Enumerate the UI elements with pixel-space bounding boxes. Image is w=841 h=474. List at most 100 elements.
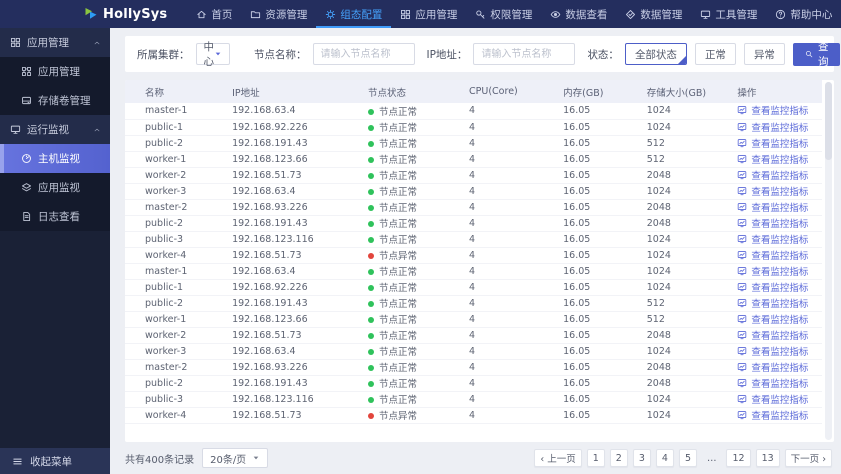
view-metrics-link[interactable]: 查看监控指标 <box>737 392 808 406</box>
node-ip: 192.168.93.226 <box>226 199 362 216</box>
view-metrics-link[interactable]: 查看监控指标 <box>737 152 808 166</box>
table-scrollbar[interactable] <box>825 82 832 440</box>
chevron-up-icon <box>93 126 101 134</box>
view-metrics-link[interactable]: 查看监控指标 <box>737 280 808 294</box>
status-dot <box>367 381 374 387</box>
sidebar-item-log-view[interactable]: 日志查看 <box>0 202 110 231</box>
view-metrics-label: 查看监控指标 <box>751 362 809 374</box>
node-name: worker-1 <box>125 311 227 328</box>
nav-item-tools[interactable]: 工具管理 <box>691 0 766 28</box>
view-metrics-label: 查看监控指标 <box>751 330 809 342</box>
eye-icon <box>550 9 561 20</box>
view-metrics-label: 查看监控指标 <box>751 170 809 182</box>
node-mem: 16.05 <box>557 151 641 168</box>
page-button-4[interactable]: 4 <box>655 449 674 467</box>
prev-page-button[interactable]: ‹ 上一页 <box>534 449 582 467</box>
nav-item-app[interactable]: 应用管理 <box>391 0 466 28</box>
page-button-3[interactable]: 3 <box>632 449 651 467</box>
view-metrics-link[interactable]: 查看监控指标 <box>737 200 808 214</box>
query-button[interactable]: 查询 <box>792 41 841 68</box>
hollysys-logo-icon <box>84 7 98 21</box>
table-row: master-2 192.168.93.226 节点正常 4 16.05 2048 查看监控… <box>125 199 822 216</box>
page-size-select[interactable]: 20条/页 <box>202 448 269 468</box>
status-filter-normal[interactable]: 正常 <box>694 43 736 65</box>
view-metrics-link[interactable]: 查看监控指标 <box>737 248 808 262</box>
view-metrics-link[interactable]: 查看监控指标 <box>737 232 808 246</box>
sidebar-item-host-monitor[interactable]: 主机监视 <box>0 144 110 173</box>
view-metrics-link[interactable]: 查看监控指标 <box>737 264 808 278</box>
next-page-button[interactable]: 下一页 › <box>784 449 832 467</box>
nav-item-config[interactable]: 组态配置 <box>316 0 391 28</box>
monitor-icon <box>700 9 711 20</box>
table-row: public-1 192.168.92.226 节点正常 4 16.05 1024 查看监控… <box>125 119 822 136</box>
chart-icon <box>737 330 747 340</box>
node-status: 节点异常 <box>361 247 464 264</box>
status-dot <box>367 253 374 259</box>
status-dot <box>367 285 374 291</box>
sidebar-item-app-manage[interactable]: 应用管理 <box>0 57 110 86</box>
page-button-12[interactable]: 12 <box>726 449 751 467</box>
view-metrics-link[interactable]: 查看监控指标 <box>737 120 808 134</box>
page-button-13[interactable]: 13 <box>755 449 780 467</box>
node-status: 节点正常 <box>361 167 464 184</box>
table-row: master-2 192.168.93.226 节点正常 4 16.05 2048 查看监控… <box>125 359 822 376</box>
top-navbar: HollySys 首页 资源管理 组态配置 应用管理 权限管理 数据查看 数据管理 工具管理 帮… <box>0 0 841 28</box>
node-name-input[interactable] <box>312 43 415 65</box>
status-filter-abnormal[interactable]: 异常 <box>743 43 785 65</box>
view-metrics-link[interactable]: 查看监控指标 <box>737 360 808 374</box>
status-text: 节点正常 <box>378 139 417 150</box>
node-action: 查看监控指标 <box>731 391 822 408</box>
node-storage: 512 <box>640 295 732 312</box>
node-status: 节点正常 <box>361 391 464 408</box>
node-status: 节点正常 <box>361 359 464 376</box>
sidebar-group-header[interactable]: 运行监视 <box>0 115 110 144</box>
cluster-select[interactable]: 中心 <box>195 41 230 68</box>
node-cpu: 4 <box>463 343 558 360</box>
page-button-2[interactable]: 2 <box>609 449 628 467</box>
node-cpu: 4 <box>463 151 558 168</box>
table-scrollbar-thumb[interactable] <box>825 82 832 160</box>
view-metrics-label: 查看监控指标 <box>751 378 809 390</box>
node-storage: 2048 <box>640 375 732 392</box>
page-layout: 应用管理 应用管理 存储卷管理 运行监视 主机监视 应用监视 日志查看 收起菜单 所属集群：… <box>0 28 841 474</box>
table-row: public-2 192.168.191.43 节点正常 4 16.05 512 查看监控指… <box>125 295 822 312</box>
view-metrics-link[interactable]: 查看监控指标 <box>737 296 808 310</box>
nav-item-permission[interactable]: 权限管理 <box>466 0 541 28</box>
view-metrics-link[interactable]: 查看监控指标 <box>737 216 808 230</box>
view-metrics-link[interactable]: 查看监控指标 <box>737 168 808 182</box>
view-metrics-link[interactable]: 查看监控指标 <box>737 328 808 342</box>
table-row: worker-2 192.168.51.73 节点正常 4 16.05 2048 查看监控指… <box>125 327 822 344</box>
view-metrics-link[interactable]: 查看监控指标 <box>737 344 808 358</box>
view-metrics-link[interactable]: 查看监控指标 <box>737 103 808 117</box>
page-button-1[interactable]: 1 <box>586 449 605 467</box>
node-action: 查看监控指标 <box>731 327 822 344</box>
nav-item-data-manage[interactable]: 数据管理 <box>616 0 691 28</box>
chart-icon <box>737 410 747 420</box>
chart-icon <box>737 378 747 388</box>
nav-item-help[interactable]: 帮助中心 <box>766 0 841 28</box>
status-filter-all[interactable]: 全部状态 <box>624 43 687 65</box>
status-filter-group: 全部状态 正常 异常 <box>624 43 793 65</box>
gauge-icon <box>21 153 32 164</box>
view-metrics-link[interactable]: 查看监控指标 <box>737 184 808 198</box>
node-name: master-1 <box>125 263 227 280</box>
view-metrics-link[interactable]: 查看监控指标 <box>737 136 808 150</box>
node-action: 查看监控指标 <box>731 151 822 168</box>
collapse-menu-button[interactable]: 收起菜单 <box>0 448 110 474</box>
ip-input[interactable] <box>473 43 576 65</box>
sidebar-item-volume-manage[interactable]: 存储卷管理 <box>0 86 110 115</box>
node-storage: 1024 <box>640 183 732 200</box>
sidebar-item-app-monitor[interactable]: 应用监视 <box>0 173 110 202</box>
page-button-5[interactable]: 5 <box>678 449 697 467</box>
node-name: master-2 <box>125 199 227 216</box>
view-metrics-link[interactable]: 查看监控指标 <box>737 376 808 390</box>
sidebar-groups: 应用管理 应用管理 存储卷管理 运行监视 主机监视 应用监视 日志查看 <box>0 28 110 231</box>
nav-item-data-view[interactable]: 数据查看 <box>541 0 616 28</box>
view-metrics-link[interactable]: 查看监控指标 <box>737 408 808 422</box>
view-metrics-link[interactable]: 查看监控指标 <box>737 312 808 326</box>
sidebar-group-header[interactable]: 应用管理 <box>0 28 110 57</box>
chart-icon <box>737 138 747 148</box>
nav-item-home[interactable]: 首页 <box>187 0 241 28</box>
nav-item-resource[interactable]: 资源管理 <box>241 0 316 28</box>
node-cpu: 4 <box>463 391 558 408</box>
